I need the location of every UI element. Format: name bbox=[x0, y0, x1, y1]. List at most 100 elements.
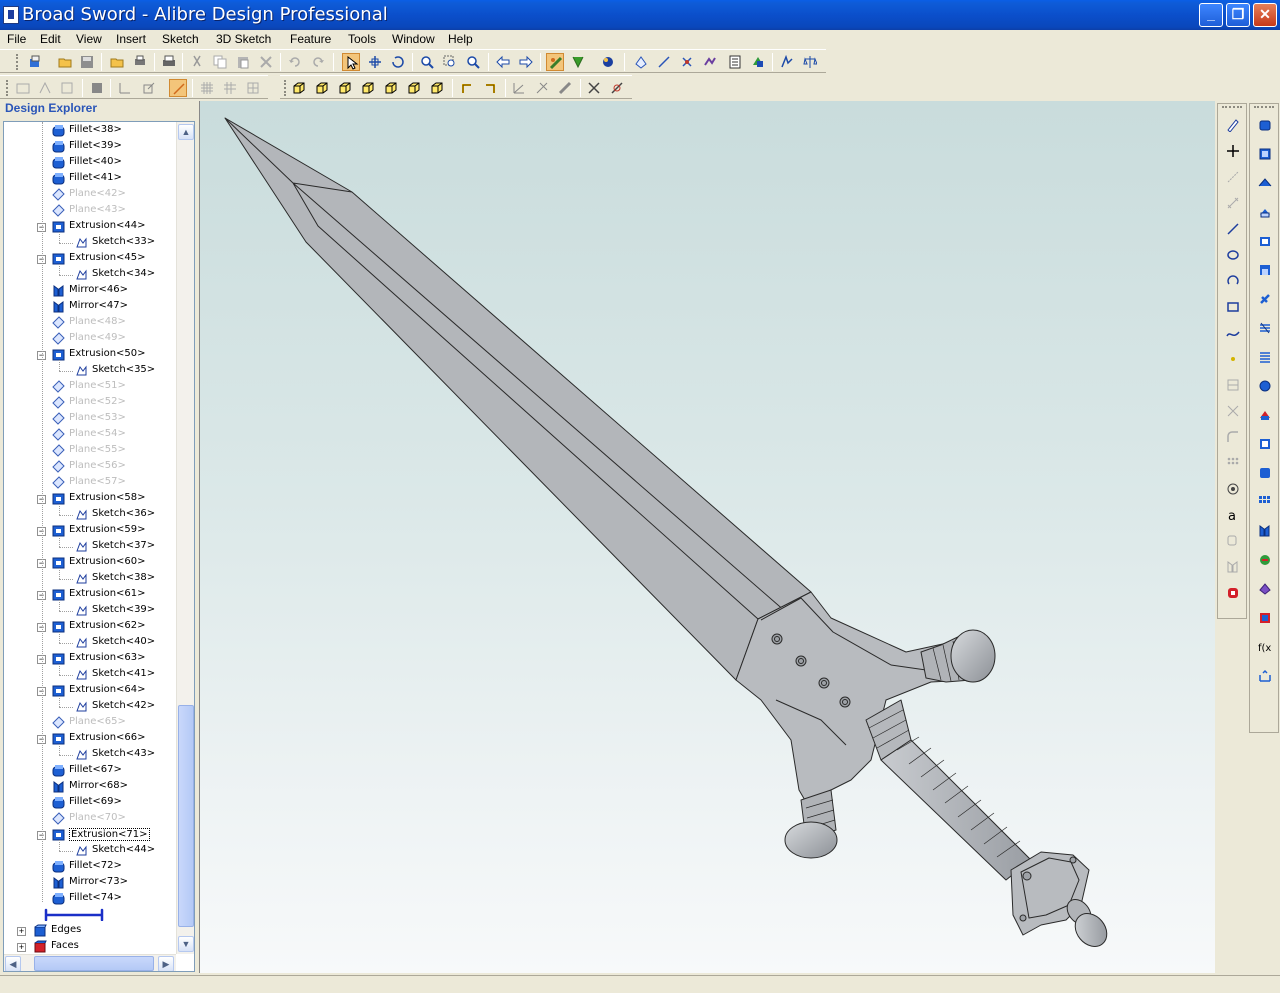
menu-edit[interactable]: Edit bbox=[40, 32, 61, 46]
menu-view[interactable]: View bbox=[76, 32, 102, 46]
previous-view-icon[interactable] bbox=[494, 53, 512, 71]
menu-sketch[interactable]: Sketch bbox=[162, 32, 199, 46]
expand-icon[interactable]: + bbox=[17, 927, 26, 936]
toolbar-grip[interactable] bbox=[16, 54, 19, 70]
sweep-icon[interactable] bbox=[1256, 203, 1274, 221]
horizontal-scrollbar[interactable]: ◀ ▶ bbox=[4, 954, 176, 971]
cut-icon[interactable] bbox=[188, 53, 206, 71]
sketch-point-icon[interactable] bbox=[1224, 350, 1242, 368]
scroll-up-arrow-icon[interactable]: ▲ bbox=[178, 124, 194, 140]
mirror-feature-icon[interactable] bbox=[1256, 522, 1274, 540]
text-icon[interactable]: a bbox=[1224, 506, 1242, 524]
undo-icon[interactable] bbox=[286, 53, 304, 71]
grid-spacing-icon[interactable] bbox=[221, 79, 239, 97]
redo-icon[interactable] bbox=[309, 53, 327, 71]
view-iso-icon[interactable] bbox=[428, 79, 446, 97]
helix-icon[interactable] bbox=[1256, 319, 1274, 337]
reference-icon[interactable] bbox=[140, 79, 158, 97]
rotate-icon[interactable] bbox=[389, 53, 407, 71]
print-preview-icon[interactable] bbox=[131, 53, 149, 71]
line-icon[interactable] bbox=[1224, 220, 1242, 238]
equation-icon[interactable]: f(x) bbox=[1256, 638, 1274, 656]
rotate-right-icon[interactable] bbox=[481, 79, 499, 97]
draft-icon[interactable] bbox=[1256, 551, 1274, 569]
view-bottom-icon[interactable] bbox=[359, 79, 377, 97]
scale-icon[interactable] bbox=[1256, 609, 1274, 627]
split-icon[interactable] bbox=[1256, 580, 1274, 598]
explode-icon[interactable] bbox=[533, 79, 551, 97]
extrude-icon[interactable] bbox=[1256, 116, 1274, 134]
grid-snap-icon[interactable] bbox=[244, 79, 262, 97]
grid-icon[interactable] bbox=[1224, 376, 1242, 394]
point-icon[interactable] bbox=[1224, 142, 1242, 160]
constraint-icon[interactable] bbox=[88, 79, 106, 97]
snap-icon[interactable] bbox=[1224, 480, 1242, 498]
snap-grid-icon[interactable] bbox=[169, 79, 187, 97]
scroll-thumb-horizontal[interactable] bbox=[34, 956, 154, 971]
view-left-icon[interactable] bbox=[382, 79, 400, 97]
spline-icon[interactable] bbox=[1224, 324, 1242, 342]
menu-file[interactable]: File bbox=[7, 32, 26, 46]
properties-icon[interactable] bbox=[726, 53, 744, 71]
hole-icon[interactable] bbox=[1256, 261, 1274, 279]
measure-tool-icon[interactable] bbox=[556, 79, 574, 97]
menu-help[interactable]: Help bbox=[448, 32, 473, 46]
rotate-left-icon[interactable] bbox=[458, 79, 476, 97]
pan-icon[interactable] bbox=[366, 53, 384, 71]
print-icon[interactable] bbox=[160, 53, 178, 71]
interference-icon[interactable] bbox=[608, 79, 626, 97]
toolbar-grip[interactable] bbox=[284, 80, 287, 96]
zoom-in-icon[interactable] bbox=[418, 53, 436, 71]
grid-display-icon[interactable] bbox=[198, 79, 216, 97]
chamfer-icon[interactable] bbox=[1256, 464, 1274, 482]
mass-properties-icon[interactable] bbox=[801, 53, 819, 71]
pattern-feature-icon[interactable] bbox=[1256, 493, 1274, 511]
offset-icon[interactable] bbox=[1224, 584, 1242, 602]
sketch-icon[interactable] bbox=[14, 79, 32, 97]
open-file-icon[interactable] bbox=[108, 53, 126, 71]
section-view-icon[interactable] bbox=[510, 79, 528, 97]
view-top-icon[interactable] bbox=[336, 79, 354, 97]
construction-line-icon[interactable] bbox=[1224, 168, 1242, 186]
material-icon[interactable] bbox=[749, 53, 767, 71]
menu-tools[interactable]: Tools bbox=[348, 32, 376, 46]
spring-icon[interactable] bbox=[1256, 348, 1274, 366]
cut-icon[interactable] bbox=[1256, 406, 1274, 424]
copy-icon[interactable] bbox=[1224, 532, 1242, 550]
dimension-tool-icon[interactable] bbox=[116, 79, 134, 97]
close-button[interactable]: ✕ bbox=[1253, 3, 1277, 27]
menu-window[interactable]: Window bbox=[392, 32, 435, 46]
edit-feature-icon[interactable] bbox=[585, 79, 603, 97]
scroll-down-arrow-icon[interactable]: ▼ bbox=[178, 936, 194, 952]
view-front-icon[interactable] bbox=[290, 79, 308, 97]
revolve-icon[interactable] bbox=[1256, 145, 1274, 163]
pocket-icon[interactable] bbox=[1256, 435, 1274, 453]
dimension-icon[interactable] bbox=[1224, 194, 1242, 212]
analysis-icon[interactable] bbox=[778, 53, 796, 71]
save-icon[interactable] bbox=[78, 53, 96, 71]
loft-icon[interactable] bbox=[1256, 174, 1274, 192]
menu-feature[interactable]: Feature bbox=[290, 32, 331, 46]
activate-sketch-icon[interactable] bbox=[58, 79, 76, 97]
render-icon[interactable] bbox=[599, 53, 617, 71]
hidden-lines-icon[interactable] bbox=[569, 53, 587, 71]
circle-icon[interactable] bbox=[1224, 246, 1242, 264]
app-icon[interactable] bbox=[3, 6, 19, 24]
menu-3d-sketch[interactable]: 3D Sketch bbox=[216, 32, 271, 46]
view-right-icon[interactable] bbox=[405, 79, 423, 97]
next-view-icon[interactable] bbox=[517, 53, 535, 71]
thread-icon[interactable] bbox=[1256, 290, 1274, 308]
measure-icon[interactable] bbox=[1256, 667, 1274, 685]
3d-viewport[interactable] bbox=[199, 101, 1215, 973]
shell-icon[interactable] bbox=[1256, 232, 1274, 250]
broad-sword-model[interactable] bbox=[200, 101, 1215, 973]
view-back-icon[interactable] bbox=[313, 79, 331, 97]
shaded-view-icon[interactable] bbox=[546, 53, 564, 71]
scroll-thumb[interactable] bbox=[178, 705, 194, 927]
zoom-window-icon[interactable] bbox=[441, 53, 459, 71]
fillet-sketch-icon[interactable] bbox=[1224, 428, 1242, 446]
select-arrow-icon[interactable] bbox=[342, 53, 360, 71]
copy-icon[interactable] bbox=[211, 53, 229, 71]
maximize-button[interactable]: ❐ bbox=[1226, 3, 1250, 27]
open-folder-icon[interactable] bbox=[56, 53, 74, 71]
